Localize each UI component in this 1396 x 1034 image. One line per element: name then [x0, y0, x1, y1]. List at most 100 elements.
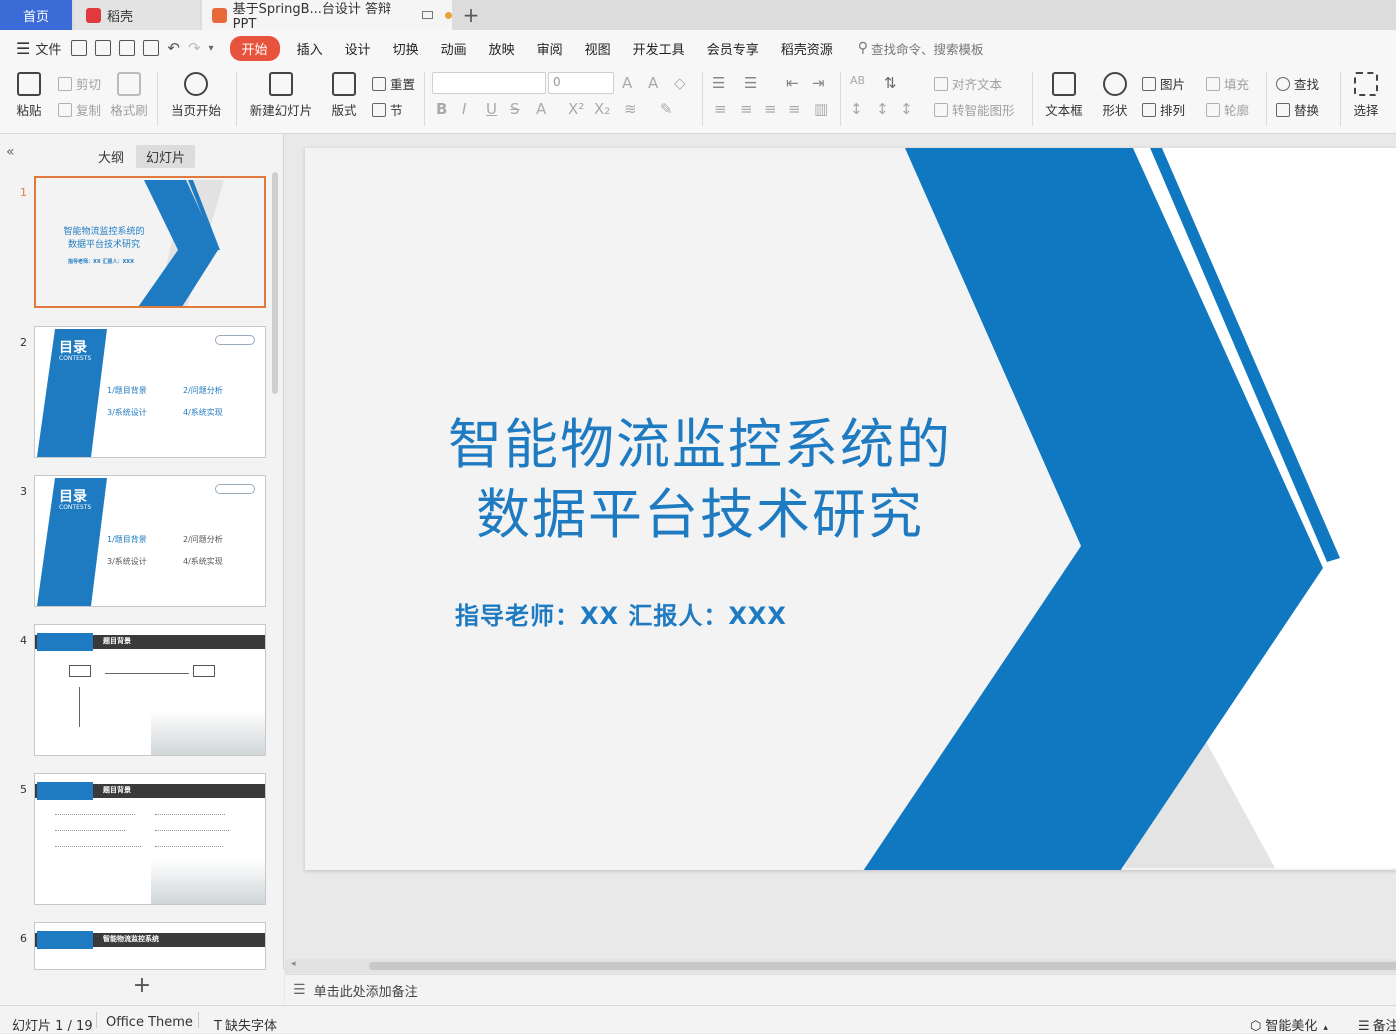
slide-thumbnail-2[interactable]: 目录 CONTESTS 1/题目背景 2/问题分析 3/系统设计 4/系统实现 — [34, 326, 266, 458]
font-size-select[interactable]: 0 — [548, 72, 614, 94]
slide-thumbnail-5[interactable]: 题目背景 — [34, 773, 266, 905]
textbox-label: 文本框 — [1045, 103, 1083, 118]
text-direction-icon[interactable]: ⇅ — [884, 74, 897, 92]
redo-icon[interactable]: ↷ — [188, 39, 201, 57]
menu-developer[interactable]: 开发工具 — [622, 39, 696, 58]
slide-title[interactable]: 智能物流监控系统的 数据平台技术研究 — [385, 410, 1015, 550]
notes-icon: ☰ — [1358, 1019, 1370, 1034]
from-current-slide-button[interactable]: 当页开始 — [166, 72, 226, 119]
align-text-button[interactable]: 对齐文本 — [934, 74, 1002, 93]
menu-insert[interactable]: 插入 — [286, 39, 334, 58]
textbox-button[interactable]: 文本框 — [1040, 72, 1088, 119]
layout-button[interactable]: 版式 — [326, 72, 362, 119]
print-preview-icon[interactable] — [143, 40, 160, 56]
eraser-icon[interactable]: ◇ — [674, 74, 686, 92]
add-slide-button[interactable]: + — [0, 970, 284, 1005]
new-tab-button[interactable]: + — [458, 0, 484, 30]
menu-design[interactable]: 设计 — [334, 39, 382, 58]
monitor-icon[interactable] — [422, 11, 434, 19]
paste-button[interactable]: 粘贴 — [10, 72, 48, 119]
subscript-icon[interactable]: X₂ — [594, 100, 610, 118]
tab-outline[interactable]: 大纲 — [88, 145, 134, 168]
shrink-font-icon[interactable]: A — [648, 74, 658, 92]
thumb3-item-1: 1/题目背景 — [107, 534, 147, 545]
bullet-list-icon[interactable]: ☰ — [712, 74, 725, 92]
distribute-icon[interactable]: ▥ — [814, 100, 828, 118]
menu-review[interactable]: 审阅 — [526, 39, 574, 58]
char-spacing-icon[interactable]: AB — [850, 74, 865, 87]
align-left-icon[interactable]: ≡ — [714, 100, 727, 118]
outline-button[interactable]: 轮廓 — [1206, 100, 1249, 119]
line-spacing-icon[interactable]: ↕ — [850, 100, 863, 118]
format-painter-button[interactable]: 格式刷 — [108, 72, 150, 119]
spacing-options-icon[interactable]: ↕ — [900, 100, 913, 118]
replace-button[interactable]: 替换 — [1276, 100, 1319, 119]
horizontal-scrollbar[interactable]: ◂ — [285, 959, 1396, 973]
file-menu[interactable]: ☰ 文件 — [0, 39, 67, 58]
paragraph-spacing-icon[interactable]: ↕ — [876, 100, 889, 118]
menu-transition[interactable]: 切换 — [382, 39, 430, 58]
slide-thumbnail-1[interactable]: 智能物流监控系统的 数据平台技术研究 指导老师：XX 汇报人：XXX — [34, 176, 266, 308]
scroll-left-icon[interactable]: ◂ — [291, 959, 296, 969]
notes-pane[interactable]: ☰ 单击此处添加备注 — [285, 974, 1396, 1005]
undo-icon[interactable]: ↶ — [167, 39, 180, 57]
menu-start[interactable]: 开始 — [229, 35, 280, 61]
new-slide-button[interactable]: 新建幻灯片 — [244, 72, 318, 119]
save-icon[interactable] — [71, 40, 88, 56]
slide-thumbnail-3[interactable]: 目录 CONTESTS 1/题目背景 2/问题分析 3/系统设计 4/系统实现 — [34, 475, 266, 607]
menu-daoke-resources[interactable]: 稻壳资源 — [770, 39, 844, 58]
align-right-icon[interactable]: ≡ — [764, 100, 777, 118]
decrease-indent-icon[interactable]: ⇤ — [786, 74, 799, 92]
notes-toggle-button[interactable]: ☰ 备注 — [1358, 1015, 1396, 1034]
missing-font-button[interactable]: T 缺失字体 — [214, 1015, 277, 1034]
tab-daoke[interactable]: 稻壳 — [74, 0, 200, 30]
menu-view[interactable]: 视图 — [574, 39, 622, 58]
slide-thumbnail-6[interactable]: 智能物流监控系统 — [34, 922, 266, 970]
tab-home[interactable]: 首页 — [0, 0, 72, 30]
tab-slides[interactable]: 幻灯片 — [136, 145, 196, 168]
arrange-button[interactable]: 排列 — [1142, 100, 1185, 119]
command-search[interactable]: ⚲ 查找命令、搜索模板 — [858, 39, 984, 58]
highlight-icon[interactable]: ✎ — [660, 100, 673, 118]
scrollbar-thumb[interactable] — [369, 962, 1396, 970]
picture-button[interactable]: 图片 — [1142, 74, 1185, 93]
smart-graphic-button[interactable]: 转智能图形 — [934, 100, 1015, 119]
thumbnail-scrollbar[interactable] — [272, 172, 278, 394]
shape-button[interactable]: 形状 — [1096, 72, 1134, 119]
smart-beautify-button[interactable]: ⬡ 智能美化 ▴ — [1250, 1015, 1328, 1034]
select-button[interactable]: 选择 — [1346, 72, 1386, 119]
menu-slideshow[interactable]: 放映 — [478, 39, 526, 58]
print-icon[interactable] — [119, 40, 136, 56]
slide-thumbnail-4[interactable]: 题目背景 — [34, 624, 266, 756]
underline-icon[interactable]: U — [486, 100, 497, 118]
fill-button[interactable]: 填充 — [1206, 74, 1249, 93]
ribbon-separator — [424, 72, 425, 126]
numbered-list-icon[interactable]: ☰ — [744, 74, 757, 92]
italic-icon[interactable]: I — [462, 100, 466, 118]
menu-animation[interactable]: 动画 — [430, 39, 478, 58]
find-button[interactable]: 查找 — [1276, 74, 1319, 93]
grow-font-icon[interactable]: A — [622, 74, 632, 92]
strikethrough-icon[interactable]: S — [510, 100, 520, 118]
font-color-icon[interactable]: A — [536, 100, 546, 118]
slide-subtitle[interactable]: 指导老师：XX 汇报人：XXX — [455, 596, 1015, 631]
copy-button[interactable]: 复制 — [58, 100, 101, 119]
clipboard-icon — [17, 72, 41, 96]
section-button[interactable]: 节 — [372, 100, 403, 119]
current-slide[interactable]: 智能物流监控系统的 数据平台技术研究 指导老师：XX 汇报人：XXX — [305, 148, 1396, 870]
font-name-select[interactable] — [432, 72, 546, 94]
cut-button[interactable]: 剪切 — [58, 74, 101, 93]
export-icon[interactable] — [95, 40, 112, 56]
collapse-panel-icon[interactable]: « — [6, 144, 15, 160]
menu-member[interactable]: 会员专享 — [696, 39, 770, 58]
phonetic-icon[interactable]: ≋ — [624, 100, 637, 118]
reset-button[interactable]: 重置 — [372, 74, 415, 93]
align-center-icon[interactable]: ≡ — [740, 100, 753, 118]
bold-icon[interactable]: B — [436, 100, 447, 118]
superscript-icon[interactable]: X² — [568, 100, 584, 118]
tab-document[interactable]: 基于SpringB...台设计 答辩PPT — [202, 0, 452, 32]
increase-indent-icon[interactable]: ⇥ — [812, 74, 825, 92]
quick-access-dropdown-icon[interactable]: ▾ — [209, 43, 214, 54]
font-size-value: 0 — [553, 75, 561, 89]
justify-icon[interactable]: ≡ — [788, 100, 801, 118]
